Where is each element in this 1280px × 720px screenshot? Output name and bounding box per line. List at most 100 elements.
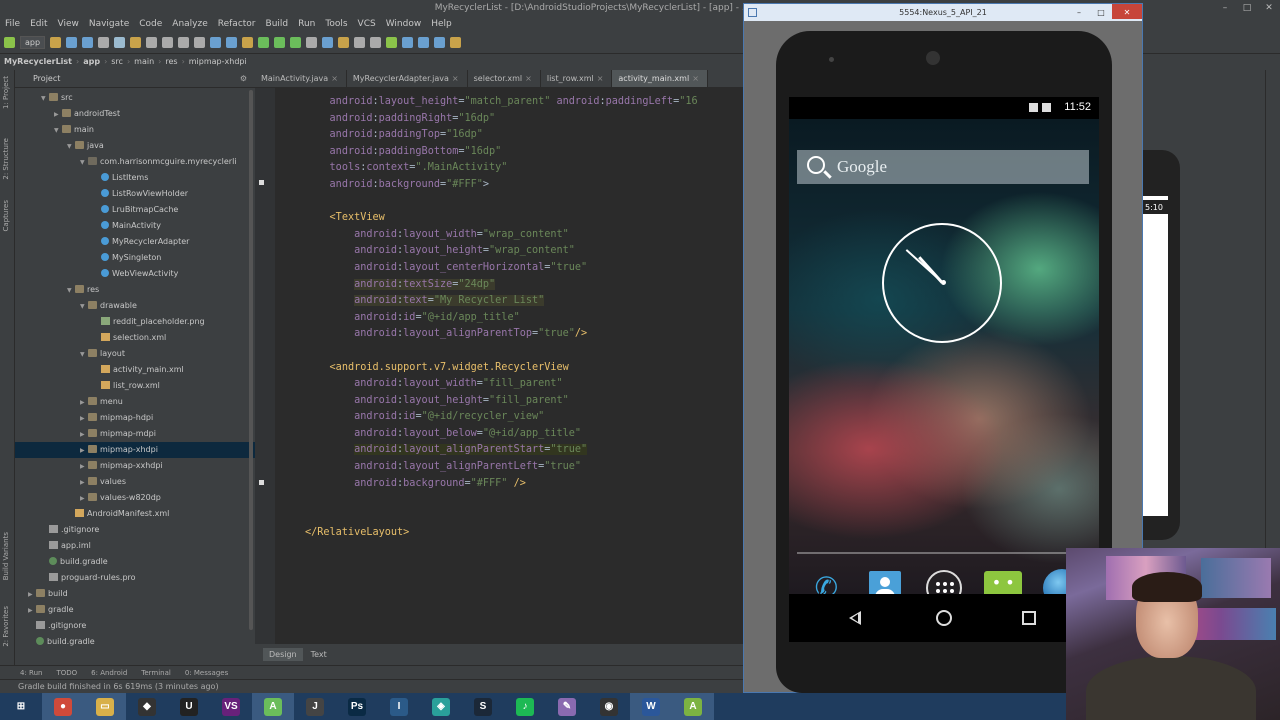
chevron-right-icon[interactable]: ▶ — [80, 411, 88, 427]
tree-item[interactable]: LruBitmapCache — [15, 202, 255, 218]
emulator-close-button[interactable]: ✕ — [1112, 4, 1142, 19]
google-search-bar[interactable]: Google — [797, 150, 1089, 184]
tree-item[interactable]: ▼ main — [15, 122, 255, 138]
tree-item[interactable]: ▶ mipmap-mdpi — [15, 426, 255, 442]
structure-tool-tab[interactable]: 2: Structure — [2, 138, 10, 180]
visualstudio-app[interactable]: VS — [210, 693, 252, 720]
todo-tool-tab[interactable]: TODO — [56, 666, 77, 679]
tree-item[interactable]: ▶ menu — [15, 394, 255, 410]
toolbar-icon[interactable] — [354, 37, 366, 48]
tree-item[interactable]: build.gradle — [15, 634, 255, 650]
project-tool-tab[interactable]: 1: Project — [2, 76, 10, 109]
chevron-right-icon[interactable]: ▶ — [80, 491, 88, 507]
menu-tools[interactable]: Tools — [320, 16, 352, 32]
toolbar-icon[interactable] — [242, 37, 254, 48]
editor-tab[interactable]: selector.xml × — [468, 70, 541, 87]
menu-run[interactable]: Run — [293, 16, 320, 32]
toolbar-icon[interactable] — [402, 37, 414, 48]
tree-item[interactable]: ▼ src — [15, 90, 255, 106]
emulator-maximize-button[interactable]: □ — [1090, 4, 1112, 19]
chevron-right-icon[interactable]: ▶ — [80, 443, 88, 459]
captures-tool-tab[interactable]: Captures — [2, 200, 10, 231]
menu-build[interactable]: Build — [261, 16, 294, 32]
chevron-right-icon[interactable]: ▶ — [28, 587, 36, 603]
word-app[interactable]: W — [630, 693, 672, 720]
tree-item[interactable]: ▶ mipmap-xxhdpi — [15, 458, 255, 474]
tree-item[interactable]: ▼ res — [15, 282, 255, 298]
tree-item[interactable]: ▼ com.harrisonmcguire.myrecyclerli — [15, 154, 255, 170]
tree-item[interactable]: activity_main.xml — [15, 362, 255, 378]
obs-app[interactable]: ◉ — [588, 693, 630, 720]
toolbar-icon[interactable] — [338, 37, 350, 48]
toolbar-icon[interactable] — [226, 37, 238, 48]
chevron-down-icon[interactable]: ▼ — [54, 123, 62, 139]
toolbar-icon[interactable] — [4, 37, 15, 48]
steam-app[interactable]: S — [462, 693, 504, 720]
tree-item[interactable]: ▶ values — [15, 474, 255, 490]
tree-item[interactable]: AndroidManifest.xml — [15, 506, 255, 522]
tree-item[interactable]: MySingleton — [15, 250, 255, 266]
menu-file[interactable]: File — [0, 16, 25, 32]
tree-item[interactable]: ▶ mipmap-hdpi — [15, 410, 255, 426]
menu-navigate[interactable]: Navigate — [84, 16, 134, 32]
emulator-minimize-button[interactable]: – — [1068, 4, 1090, 19]
tree-item[interactable]: ▼ layout — [15, 346, 255, 362]
toolbar-icon[interactable] — [290, 37, 302, 48]
toolbar-icon[interactable] — [98, 37, 110, 48]
back-icon[interactable] — [849, 611, 861, 625]
project-scrollbar[interactable] — [249, 90, 253, 630]
tree-item[interactable]: reddit_placeholder.png — [15, 314, 255, 330]
tree-item[interactable]: MyRecyclerAdapter — [15, 234, 255, 250]
chevron-right-icon[interactable]: ▶ — [80, 395, 88, 411]
close-tab-icon[interactable]: × — [525, 74, 532, 83]
toolbar-icon[interactable] — [450, 37, 462, 48]
editor-tab[interactable]: MainActivity.java × — [255, 70, 347, 87]
tree-item[interactable]: ListItems — [15, 170, 255, 186]
chevron-down-icon[interactable]: ▼ — [80, 299, 88, 315]
android-emulator-app[interactable]: A — [672, 693, 714, 720]
toolbar-icon[interactable] — [146, 37, 158, 48]
breadcrumb-folder[interactable]: mipmap-xhdpi — [189, 54, 247, 70]
toolbar-icon[interactable] — [114, 37, 126, 48]
paint-app[interactable]: ✎ — [546, 693, 588, 720]
recents-icon[interactable] — [1022, 611, 1036, 625]
menu-view[interactable]: View — [53, 16, 84, 32]
chevron-right-icon[interactable]: ▶ — [80, 475, 88, 491]
tree-item[interactable]: MainActivity — [15, 218, 255, 234]
tab-design[interactable]: Design — [263, 648, 303, 661]
tree-item[interactable]: ▼ drawable — [15, 298, 255, 314]
chevron-down-icon[interactable]: ▼ — [80, 155, 88, 171]
spotify-app[interactable]: ♪ — [504, 693, 546, 720]
chevron-down-icon[interactable]: ▼ — [67, 283, 75, 299]
androidstudio-app[interactable]: A — [252, 693, 294, 720]
toolbar-icon[interactable] — [162, 37, 174, 48]
close-tab-icon[interactable]: × — [597, 74, 604, 83]
terminal-tool-tab[interactable]: Terminal — [141, 666, 171, 679]
tree-item[interactable]: ▶ build — [15, 586, 255, 602]
breadcrumb-main[interactable]: main — [134, 54, 154, 70]
toolbar-icon[interactable] — [130, 37, 142, 48]
analog-clock-widget[interactable] — [882, 223, 1002, 343]
chevron-right-icon[interactable]: ▶ — [80, 459, 88, 475]
close-tab-icon[interactable]: × — [331, 74, 338, 83]
menu-refactor[interactable]: Refactor — [213, 16, 261, 32]
toolbar-icon[interactable] — [418, 37, 430, 48]
toolbar-icon[interactable] — [274, 37, 286, 48]
close-tab-icon[interactable]: × — [452, 74, 459, 83]
android-tool-tab[interactable]: 6: Android — [91, 666, 127, 679]
tree-item[interactable]: app.iml — [15, 538, 255, 554]
editor-tab[interactable]: MyRecyclerAdapter.java × — [347, 70, 468, 87]
phone-screen[interactable]: 11:52 Google ✆ — [789, 97, 1099, 642]
favorites-tool-tab[interactable]: 2: Favorites — [2, 606, 10, 647]
tree-item[interactable]: ▶ gradle — [15, 602, 255, 618]
editor-tab[interactable]: list_row.xml × — [541, 70, 613, 87]
tree-item[interactable]: ▶ values-w820dp — [15, 490, 255, 506]
project-panel-title[interactable]: Project — [33, 74, 60, 83]
menu-edit[interactable]: Edit — [25, 16, 52, 32]
toolbar-icon[interactable] — [178, 37, 190, 48]
chevron-right-icon[interactable]: ▶ — [80, 427, 88, 443]
chrome-app[interactable]: ● — [42, 693, 84, 720]
chevron-right-icon[interactable]: ▶ — [54, 107, 62, 123]
unreal-app[interactable]: U — [168, 693, 210, 720]
breadcrumb-module[interactable]: app — [83, 54, 100, 70]
